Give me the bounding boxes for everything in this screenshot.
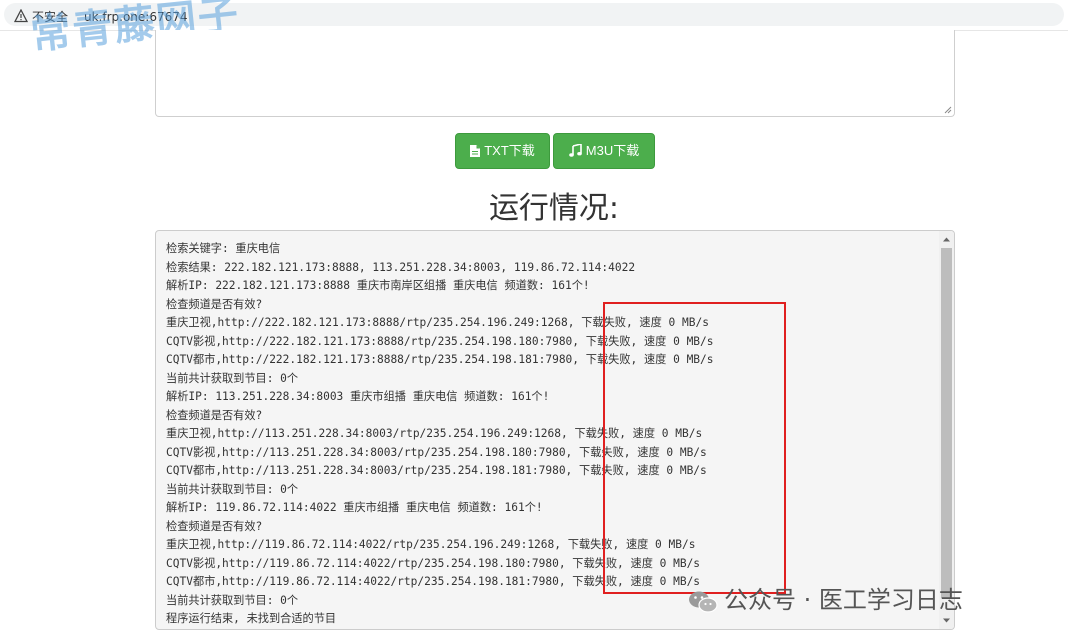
m3u-download-button[interactable]: M3U下载 xyxy=(553,133,655,169)
log-line: 检查频道是否有效? xyxy=(166,519,263,533)
log-line: 检查频道是否有效? xyxy=(166,297,263,311)
log-line: 当前共计获取到节目: 0个 xyxy=(166,482,299,496)
log-output[interactable]: 检索关键字: 重庆电信检索结果: 222.182.121.173:8888, 1… xyxy=(155,230,955,630)
log-line: 重庆卫视,http://222.182.121.173:8888/rtp/235… xyxy=(166,316,709,329)
log-line: 检索关键字: 重庆电信 xyxy=(166,242,281,255)
file-icon xyxy=(470,145,481,157)
log-line: 解析IP: 119.86.72.114:4022 重庆市组播 重庆电信 频道数:… xyxy=(166,501,543,514)
log-line: 解析IP: 113.251.228.34:8003 重庆市组播 重庆电信 频道数… xyxy=(166,390,550,403)
highlight-annotation-box xyxy=(603,302,786,594)
section-title: 运行情况: xyxy=(488,191,620,226)
scrollbar-thumb[interactable] xyxy=(941,248,952,598)
txt-download-button[interactable]: TXT下载 xyxy=(455,133,550,169)
log-line: 解析IP: 222.182.121.173:8888 重庆市南岸区组播 重庆电信… xyxy=(166,279,590,292)
log-line: 当前共计获取到节目: 0个 xyxy=(166,371,299,385)
txt-download-label: TXT下载 xyxy=(484,143,535,158)
wechat-logo-icon xyxy=(689,591,718,613)
scrollbar-track[interactable] xyxy=(939,231,954,629)
wechat-watermark-text: 公众号 · 医工学习日志 xyxy=(724,586,963,614)
resize-handle-icon[interactable] xyxy=(944,106,952,114)
wechat-watermark: 公众号 · 医工学习日志 xyxy=(688,584,963,616)
scroll-up-arrow-icon[interactable] xyxy=(942,235,951,244)
log-line: CQTV都市,http://113.251.228.34:8003/rtp/23… xyxy=(166,464,707,477)
music-note-icon xyxy=(568,142,582,157)
input-textarea[interactable] xyxy=(155,30,955,117)
warning-icon xyxy=(14,9,28,23)
log-line: 检索结果: 222.182.121.173:8888, 113.251.228.… xyxy=(166,260,636,274)
log-line: 重庆卫视,http://113.251.228.34:8003/rtp/235.… xyxy=(166,427,703,440)
log-line: 重庆卫视,http://119.86.72.114:4022/rtp/235.2… xyxy=(166,538,696,551)
log-line: CQTV影视,http://222.182.121.173:8888/rtp/2… xyxy=(166,334,714,348)
scroll-down-arrow-icon[interactable] xyxy=(942,616,951,625)
log-line: CQTV影视,http://113.251.228.34:8003/rtp/23… xyxy=(166,445,707,459)
log-line: CQTV影视,http://119.86.72.114:4022/rtp/235… xyxy=(166,556,701,570)
log-line: 检查频道是否有效? xyxy=(166,408,263,422)
m3u-download-label: M3U下载 xyxy=(585,143,640,158)
log-line: CQTV都市,http://222.182.121.173:8888/rtp/2… xyxy=(166,353,714,366)
log-lines: 检索关键字: 重庆电信检索结果: 222.182.121.173:8888, 1… xyxy=(166,240,934,629)
